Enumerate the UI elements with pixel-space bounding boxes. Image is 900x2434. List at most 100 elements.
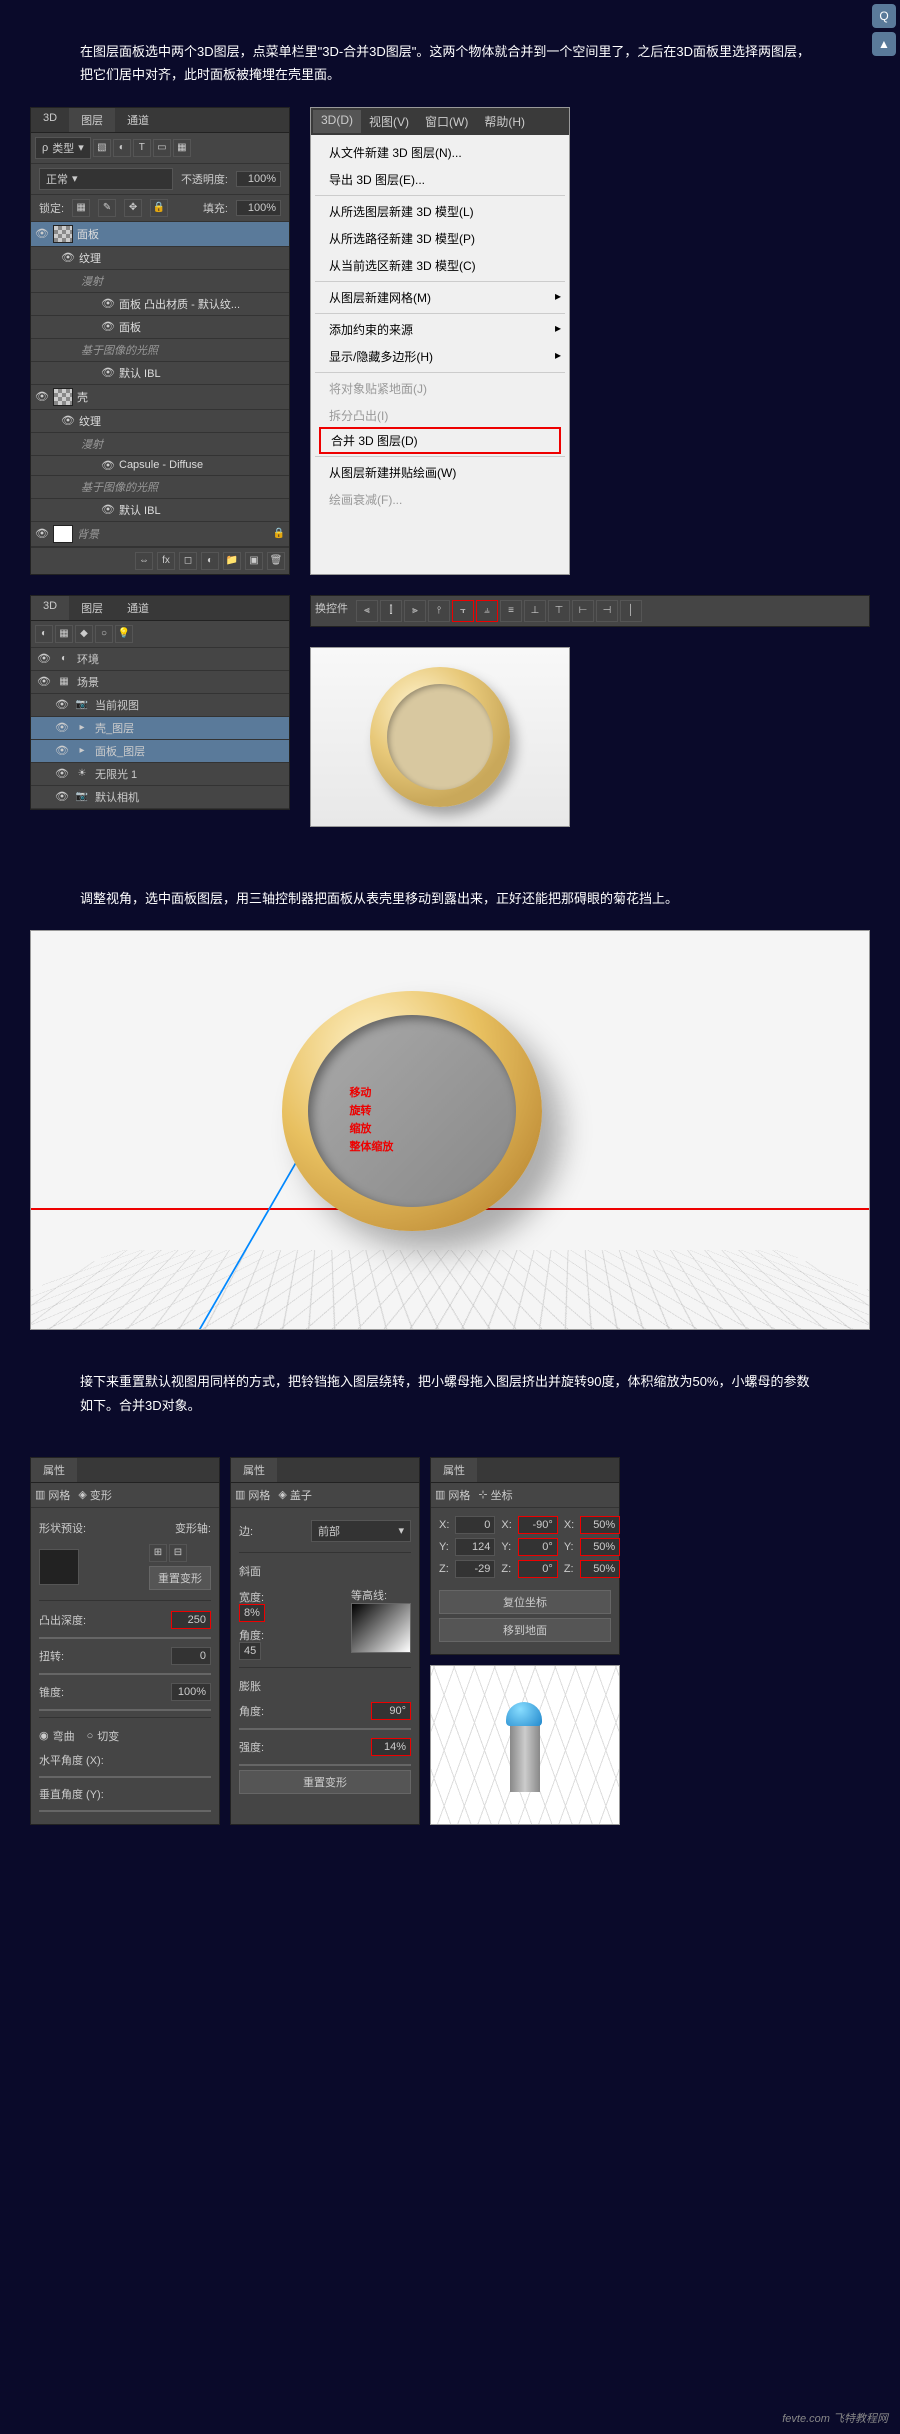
tab-properties[interactable]: 属性 (31, 1458, 77, 1482)
3d-viewport[interactable]: 移动 旋转 缩放 整体缩放 (30, 930, 870, 1330)
inflate-angle-input[interactable]: 90° (371, 1702, 411, 1720)
visibility-icon[interactable]: 👁 (101, 320, 115, 333)
scale-x-input[interactable]: 50% (580, 1516, 620, 1534)
tab-layers[interactable]: 图层 (69, 596, 115, 620)
scroll-top-button[interactable]: ▲ (872, 32, 896, 56)
pos-z-input[interactable]: -29 (455, 1560, 495, 1578)
menu-item[interactable]: 从所选路径新建 3D 模型(P) (311, 225, 569, 252)
slider[interactable] (39, 1709, 211, 1711)
visibility-icon[interactable]: 👁 (35, 390, 49, 403)
layer-item[interactable]: 👁 默认 IBL (31, 362, 289, 385)
lock-pixels-icon[interactable]: ✎ (98, 199, 116, 217)
layer-item[interactable]: 👁 Capsule - Diffuse (31, 456, 289, 476)
reset-coords-button[interactable]: 复位坐标 (439, 1590, 611, 1614)
bend-radio[interactable]: ◉弯曲 (39, 1728, 75, 1744)
scene-item[interactable]: 👁 ▸ 壳_图层 (31, 717, 289, 740)
lock-position-icon[interactable]: ✥ (124, 199, 142, 217)
filter-pixel-icon[interactable]: ▧ (93, 139, 111, 157)
fill-input[interactable]: 100% (236, 200, 281, 216)
reset-deform-button[interactable]: 重置变形 (149, 1566, 211, 1590)
scale-y-input[interactable]: 50% (580, 1538, 620, 1556)
slider[interactable] (239, 1728, 411, 1730)
layer-item[interactable]: 👁 纹理 (31, 410, 289, 433)
filter-smart-icon[interactable]: ▦ (173, 139, 191, 157)
opacity-input[interactable]: 100% (236, 171, 281, 187)
layer-item[interactable]: 👁 面板 (31, 222, 289, 247)
align-vcenter-icon[interactable]: ⫟ (452, 600, 474, 622)
twist-input[interactable]: 0 (171, 1647, 211, 1665)
filter-env-icon[interactable]: ◐ (35, 625, 53, 643)
menu-item-merge-3d[interactable]: 合并 3D 图层(D) (319, 427, 561, 454)
scene-item[interactable]: 👁 📷 默认相机 (31, 786, 289, 809)
adjustment-icon[interactable]: ◐ (201, 552, 219, 570)
menu-3d-item[interactable]: 3D(D) (313, 110, 361, 133)
visibility-icon[interactable]: 👁 (55, 721, 69, 734)
menu-item[interactable]: 从文件新建 3D 图层(N)... (311, 139, 569, 166)
align-bottom-icon[interactable]: ⫨ (476, 600, 498, 622)
slider[interactable] (239, 1764, 411, 1766)
angle-input[interactable]: 45 (239, 1642, 261, 1660)
visibility-icon[interactable]: 👁 (37, 675, 51, 688)
filter-mesh-icon[interactable]: ◆ (75, 625, 93, 643)
group-icon[interactable]: 📁 (223, 552, 241, 570)
slider[interactable] (39, 1776, 211, 1778)
rot-z-input[interactable]: 0° (518, 1560, 558, 1578)
tab-coords[interactable]: ⊹坐标 (478, 1487, 512, 1503)
rot-y-input[interactable]: 0° (518, 1538, 558, 1556)
scene-item[interactable]: 👁 ☀ 无限光 1 (31, 763, 289, 786)
axis-y-icon[interactable]: ⊟ (169, 1544, 187, 1562)
mask-icon[interactable]: ◻ (179, 552, 197, 570)
tab-layers[interactable]: 图层 (69, 108, 115, 132)
filter-light-icon[interactable]: 💡 (115, 625, 133, 643)
visibility-icon[interactable]: 👁 (55, 790, 69, 803)
slider[interactable] (39, 1637, 211, 1639)
menu-view-item[interactable]: 视图(V) (361, 110, 417, 133)
layer-item[interactable]: 漫射 (31, 270, 289, 293)
ring-3d-object[interactable] (282, 991, 542, 1231)
filter-material-icon[interactable]: ○ (95, 625, 113, 643)
layer-item[interactable]: 基于图像的光照 (31, 339, 289, 362)
menu-item[interactable]: 添加约束的来源 (311, 316, 569, 343)
lock-transparency-icon[interactable]: ▦ (72, 199, 90, 217)
qq-button[interactable]: Q (872, 4, 896, 28)
filter-type-icon[interactable]: T (133, 139, 151, 157)
slider[interactable] (39, 1810, 211, 1812)
scene-item[interactable]: 👁 ◐ 环境 (31, 648, 289, 671)
layer-item[interactable]: 👁 面板 凸出材质 - 默认纹... (31, 293, 289, 316)
menu-item[interactable]: 从当前选区新建 3D 模型(C) (311, 252, 569, 279)
align-top-icon[interactable]: ⫯ (428, 600, 450, 622)
taper-input[interactable]: 100% (171, 1683, 211, 1701)
rot-x-input[interactable]: -90° (518, 1516, 558, 1534)
tab-cap[interactable]: ◈盖子 (278, 1487, 311, 1503)
visibility-icon[interactable]: 👁 (101, 297, 115, 310)
align-left-icon[interactable]: ⫷ (356, 600, 378, 622)
tab-properties[interactable]: 属性 (231, 1458, 277, 1482)
visibility-icon[interactable]: 👁 (35, 527, 49, 540)
reset-deform-button[interactable]: 重置变形 (239, 1770, 411, 1794)
visibility-icon[interactable]: 👁 (37, 652, 51, 665)
lock-all-icon[interactable]: 🔒 (150, 199, 168, 217)
shear-radio[interactable]: ○切变 (87, 1728, 120, 1744)
visibility-icon[interactable]: 👁 (61, 251, 75, 264)
menu-item[interactable]: 从图层新建网格(M) (311, 284, 569, 311)
shape-preset-thumb[interactable] (39, 1549, 79, 1585)
menu-help-item[interactable]: 帮助(H) (476, 110, 533, 133)
distribute-icon[interactable]: ⊥ (524, 600, 546, 622)
visibility-icon[interactable]: 👁 (101, 503, 115, 516)
tab-channels[interactable]: 通道 (115, 108, 161, 132)
align-right-icon[interactable]: ⫸ (404, 600, 426, 622)
tab-mesh[interactable]: ▥网格 (35, 1487, 70, 1503)
align-hcenter-icon[interactable]: ⫿ (380, 600, 402, 622)
tab-mesh[interactable]: ▥网格 (435, 1487, 470, 1503)
tab-3d[interactable]: 3D (31, 108, 69, 132)
scale-z-input[interactable]: 50% (580, 1560, 620, 1578)
layer-item[interactable]: 👁 背景 🔒 (31, 522, 289, 547)
layer-item[interactable]: 👁 面板 (31, 316, 289, 339)
scene-item[interactable]: 👁 📷 当前视图 (31, 694, 289, 717)
extrude-depth-input[interactable]: 250 (171, 1611, 211, 1629)
scene-item[interactable]: 👁 ▸ 面板_图层 (31, 740, 289, 763)
visibility-icon[interactable]: 👁 (35, 227, 49, 240)
menu-window-item[interactable]: 窗口(W) (417, 110, 476, 133)
visibility-icon[interactable]: 👁 (101, 366, 115, 379)
tab-properties[interactable]: 属性 (431, 1458, 477, 1482)
